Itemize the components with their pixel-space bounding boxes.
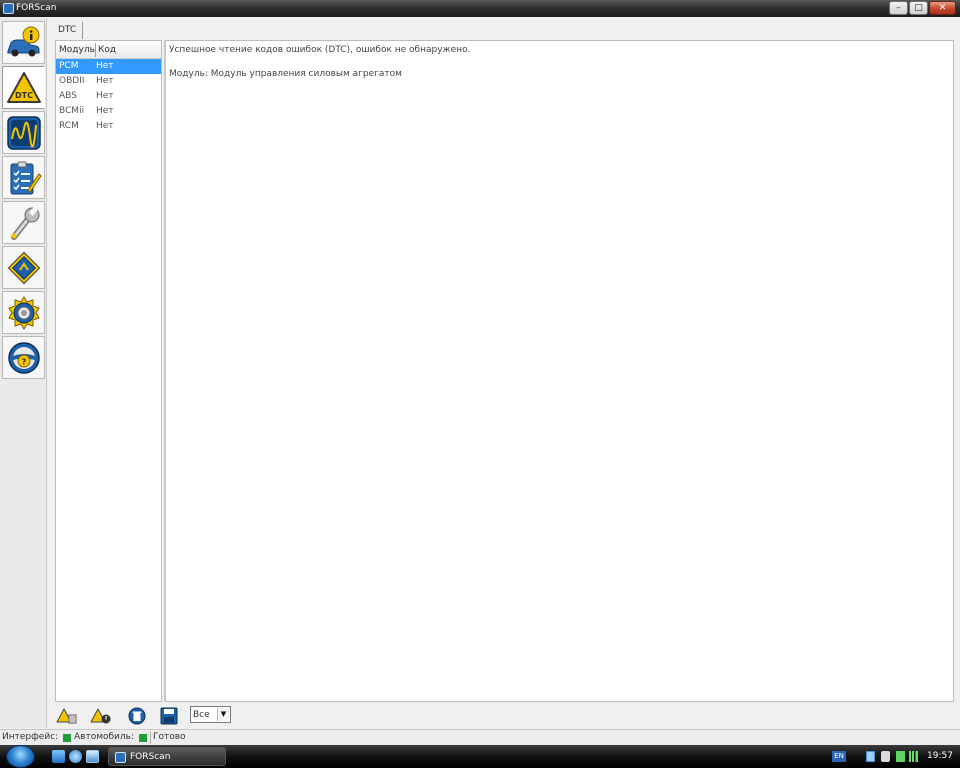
clock[interactable]: 19:57 [927, 751, 953, 761]
status-bar: Интерфейс: Автомобиль: Готово [0, 729, 960, 745]
network-icon[interactable] [866, 751, 875, 762]
tool-settings[interactable] [2, 291, 45, 334]
dtc-info-panel[interactable]: Успешное чтение кодов ошибок (DTC), ошиб… [164, 40, 954, 702]
column-header-module[interactable]: Модуль [59, 45, 95, 55]
module-code: Нет [96, 76, 114, 86]
table-row[interactable]: ABS Нет [56, 89, 161, 104]
forscan-app-icon [3, 3, 14, 14]
start-button[interactable] [6, 745, 35, 768]
dtc-filter-select[interactable]: Все ▼ [190, 706, 231, 723]
interface-status-indicator [63, 734, 71, 742]
module-list-header: Модуль Код [56, 41, 161, 59]
tab-dtc-label: DTC [58, 25, 77, 35]
clear-dtc-button[interactable] [88, 705, 113, 726]
chevron-down-icon[interactable]: ▼ [217, 708, 229, 721]
module-description: Модуль: Модуль управления силовым агрега… [169, 69, 402, 79]
volume-icon[interactable] [881, 751, 890, 762]
steering-wheel-help-icon: ? [7, 341, 40, 374]
module-name: BCMii [59, 106, 85, 116]
tool-oscilloscope[interactable] [2, 111, 45, 154]
tool-dtc[interactable]: DTC [2, 66, 45, 109]
table-row[interactable]: PCM Нет [56, 59, 161, 74]
signal-icon[interactable] [909, 751, 918, 762]
battery-icon[interactable] [896, 751, 905, 762]
module-code: Нет [96, 91, 114, 101]
help-icon-label: ? [21, 357, 26, 366]
module-name: ABS [59, 91, 77, 101]
show-desktop-icon[interactable] [86, 750, 99, 763]
module-code: Нет [96, 106, 114, 116]
read-dtc-icon [56, 708, 76, 723]
vehicle-status-indicator [139, 734, 147, 742]
close-button[interactable]: ✕ [929, 1, 956, 15]
table-row[interactable]: BCMii Нет [56, 104, 161, 119]
taskbar-item-label: FORScan [130, 752, 171, 762]
chip-icon [7, 251, 40, 284]
delete-button[interactable] [124, 705, 149, 726]
tool-service[interactable] [2, 201, 45, 244]
tool-tests[interactable] [2, 156, 45, 199]
tool-configuration[interactable] [2, 246, 45, 289]
tool-help[interactable]: ? [2, 336, 45, 379]
dtc-warning-icon: DTC [6, 71, 41, 103]
window-title: FORScan [16, 3, 57, 13]
car-info-icon [7, 26, 39, 56]
quicklaunch-app-icon[interactable] [52, 750, 65, 763]
dtc-result-message: Успешное чтение кодов ошибок (DTC), ошиб… [169, 45, 471, 55]
save-icon [160, 707, 177, 724]
module-name: PCM [59, 61, 79, 71]
minimize-button[interactable]: – [889, 1, 908, 15]
window-controls: – □ ✕ [888, 1, 956, 15]
internet-explorer-icon[interactable] [69, 750, 82, 763]
title-bar: FORScan – □ ✕ [0, 0, 960, 17]
read-dtc-button[interactable] [54, 705, 79, 726]
language-indicator[interactable]: EN [832, 751, 846, 762]
gear-icon [7, 295, 40, 330]
column-divider[interactable] [95, 43, 96, 57]
module-name: RCM [59, 121, 79, 131]
taskbar: FORScan EN 19:57 [0, 745, 960, 768]
oscilloscope-icon [6, 115, 41, 150]
clear-dtc-icon [90, 708, 110, 723]
dtc-filter-value: Все [193, 710, 210, 720]
module-code: Нет [96, 121, 114, 131]
bottom-toolbar: Все ▼ [47, 703, 960, 728]
dtc-icon-label: DTC [15, 91, 33, 100]
module-code: Нет [96, 61, 114, 71]
delete-icon [128, 707, 145, 724]
table-row[interactable]: OBDII Нет [56, 74, 161, 89]
column-header-code[interactable]: Код [98, 45, 116, 55]
save-button[interactable] [156, 705, 181, 726]
table-row[interactable]: RCM Нет [56, 119, 161, 134]
wrench-icon [10, 206, 39, 240]
tab-dtc[interactable]: DTC [55, 22, 83, 39]
tool-strip: DTC ? [0, 18, 47, 728]
taskbar-item-forscan[interactable]: FORScan [108, 747, 226, 766]
module-name: OBDII [59, 76, 85, 86]
status-text: Готово [153, 732, 186, 742]
module-list[interactable]: Модуль Код PCM Нет OBDII Нет ABS Нет BCM… [55, 40, 162, 702]
vehicle-status-label: Автомобиль: [74, 732, 134, 742]
checklist-icon [10, 161, 42, 194]
interface-status-label: Интерфейс: [2, 732, 59, 742]
tool-vehicle-info[interactable] [2, 21, 45, 64]
status-divider [150, 731, 151, 744]
forscan-task-icon [115, 752, 126, 763]
maximize-button[interactable]: □ [909, 1, 928, 15]
